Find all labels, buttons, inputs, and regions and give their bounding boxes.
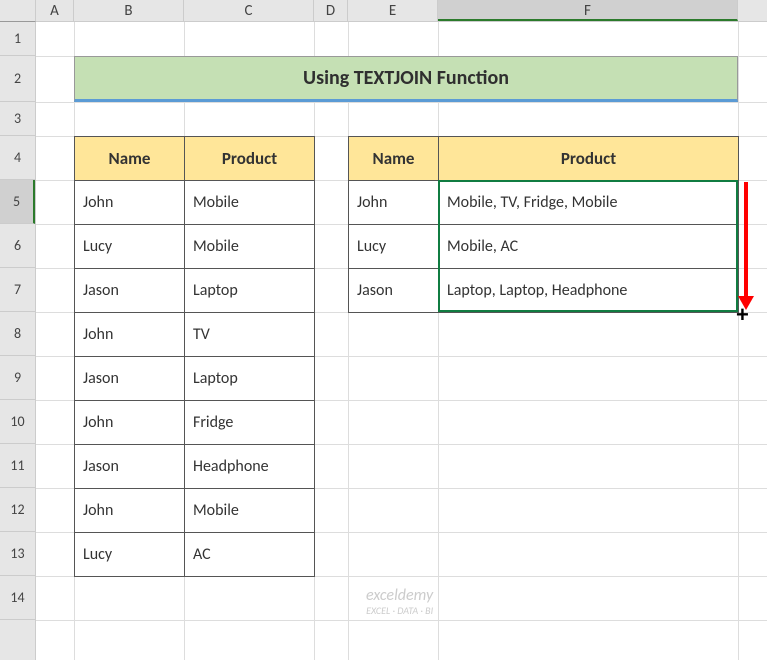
cell[interactable]: Laptop [185,357,315,401]
cell[interactable]: Lucy [75,533,185,577]
cell[interactable]: Fridge [185,401,315,445]
cell[interactable]: Headphone [185,445,315,489]
cell[interactable]: Lucy [75,225,185,269]
cell[interactable]: Mobile [185,181,315,225]
row-header-13[interactable]: 13 [0,532,35,576]
select-all-corner[interactable] [0,0,36,22]
arrow-annotation [744,182,748,298]
col-header-B[interactable]: B [74,0,184,21]
source-table: Name Product JohnMobile LucyMobile Jason… [74,136,315,577]
row-header-6[interactable]: 6 [0,224,35,268]
cell[interactable]: John [75,313,185,357]
watermark: exceldemy EXCEL · DATA · BI [366,586,433,617]
cell[interactable]: Mobile, TV, Fridge, Mobile [439,181,739,225]
cell[interactable]: Laptop [185,269,315,313]
cell[interactable]: Jason [349,269,439,313]
row-header-3[interactable]: 3 [0,102,35,136]
row-header-7[interactable]: 7 [0,268,35,312]
cell[interactable]: Jason [75,269,185,313]
row-headers: 1 2 3 4 5 6 7 8 9 10 11 12 13 14 [0,22,36,660]
cell[interactable]: John [75,401,185,445]
col-header-product: Product [439,137,739,181]
watermark-line2: EXCEL · DATA · BI [366,605,433,617]
page-title: Using TEXTJOIN Function [74,56,738,102]
arrow-head-icon [738,296,754,310]
cell[interactable]: Laptop, Laptop, Headphone [439,269,739,313]
row-header-2[interactable]: 2 [0,56,35,102]
cell[interactable]: Lucy [349,225,439,269]
row-header-1[interactable]: 1 [0,22,35,56]
row-header-11[interactable]: 11 [0,444,35,488]
row-header-4[interactable]: 4 [0,136,35,180]
row-header-5[interactable]: 5 [0,180,35,224]
result-table: Name Product JohnMobile, TV, Fridge, Mob… [348,136,739,313]
col-header-E[interactable]: E [348,0,438,21]
col-header-name: Name [349,137,439,181]
col-header-name: Name [75,137,185,181]
cell[interactable]: Jason [75,445,185,489]
column-headers: A B C D E F [0,0,767,22]
cell[interactable]: AC [185,533,315,577]
col-header-D[interactable]: D [314,0,348,21]
grid-area[interactable]: Using TEXTJOIN Function Name Product Joh… [36,22,767,660]
col-header-product: Product [185,137,315,181]
row-header-10[interactable]: 10 [0,400,35,444]
watermark-line1: exceldemy [366,586,433,605]
cell[interactable]: John [75,181,185,225]
col-header-C[interactable]: C [184,0,314,21]
cell[interactable]: Mobile [185,225,315,269]
cell[interactable]: John [75,489,185,533]
cell[interactable]: John [349,181,439,225]
row-header-14[interactable]: 14 [0,576,35,620]
row-header-8[interactable]: 8 [0,312,35,356]
cell[interactable]: TV [185,313,315,357]
row-header-9[interactable]: 9 [0,356,35,400]
col-header-F[interactable]: F [438,0,738,21]
col-header-A[interactable]: A [36,0,74,21]
cell[interactable]: Mobile, AC [439,225,739,269]
cell[interactable]: Jason [75,357,185,401]
spreadsheet: A B C D E F 1 2 3 4 5 6 7 8 9 10 11 12 1… [0,0,767,660]
cell[interactable]: Mobile [185,489,315,533]
row-header-12[interactable]: 12 [0,488,35,532]
